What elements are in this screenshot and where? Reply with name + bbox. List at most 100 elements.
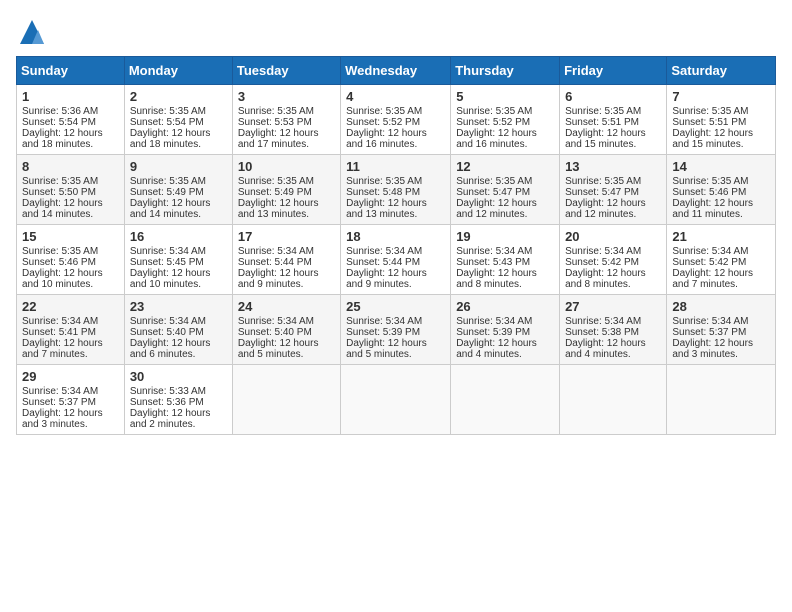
calendar-cell: 24Sunrise: 5:34 AMSunset: 5:40 PMDayligh… [232,295,340,365]
daylight-text: Daylight: 12 hours and 14 minutes. [130,198,227,220]
sunrise-text: Sunrise: 5:35 AM [238,106,335,117]
sunrise-text: Sunrise: 5:35 AM [22,246,119,257]
calendar-cell [232,365,340,435]
sunset-text: Sunset: 5:54 PM [22,117,119,128]
sunset-text: Sunset: 5:40 PM [238,327,335,338]
calendar-table: SundayMondayTuesdayWednesdayThursdayFrid… [16,56,776,435]
sunset-text: Sunset: 5:53 PM [238,117,335,128]
calendar-cell: 19Sunrise: 5:34 AMSunset: 5:43 PMDayligh… [451,225,560,295]
calendar-cell: 15Sunrise: 5:35 AMSunset: 5:46 PMDayligh… [17,225,125,295]
daylight-text: Daylight: 12 hours and 10 minutes. [22,268,119,290]
sunset-text: Sunset: 5:51 PM [672,117,770,128]
daylight-text: Daylight: 12 hours and 18 minutes. [22,128,119,150]
daylight-text: Daylight: 12 hours and 8 minutes. [456,268,554,290]
daylight-text: Daylight: 12 hours and 5 minutes. [238,338,335,360]
sunset-text: Sunset: 5:39 PM [346,327,445,338]
calendar-cell [451,365,560,435]
day-number: 10 [238,159,335,174]
calendar-cell: 17Sunrise: 5:34 AMSunset: 5:44 PMDayligh… [232,225,340,295]
calendar-cell [341,365,451,435]
day-number: 1 [22,89,119,104]
daylight-text: Daylight: 12 hours and 17 minutes. [238,128,335,150]
sunset-text: Sunset: 5:40 PM [130,327,227,338]
daylight-text: Daylight: 12 hours and 15 minutes. [565,128,661,150]
sunset-text: Sunset: 5:52 PM [456,117,554,128]
day-number: 20 [565,229,661,244]
daylight-text: Daylight: 12 hours and 15 minutes. [672,128,770,150]
calendar-cell: 28Sunrise: 5:34 AMSunset: 5:37 PMDayligh… [667,295,776,365]
sunset-text: Sunset: 5:43 PM [456,257,554,268]
sunrise-text: Sunrise: 5:35 AM [346,176,445,187]
daylight-text: Daylight: 12 hours and 18 minutes. [130,128,227,150]
weekday-header-friday: Friday [560,57,667,85]
daylight-text: Daylight: 12 hours and 9 minutes. [238,268,335,290]
calendar-cell: 30Sunrise: 5:33 AMSunset: 5:36 PMDayligh… [124,365,232,435]
sunset-text: Sunset: 5:41 PM [22,327,119,338]
sunrise-text: Sunrise: 5:33 AM [130,386,227,397]
daylight-text: Daylight: 12 hours and 3 minutes. [672,338,770,360]
day-number: 19 [456,229,554,244]
calendar-cell [560,365,667,435]
weekday-header-saturday: Saturday [667,57,776,85]
sunrise-text: Sunrise: 5:34 AM [565,316,661,327]
day-number: 11 [346,159,445,174]
calendar-cell: 22Sunrise: 5:34 AMSunset: 5:41 PMDayligh… [17,295,125,365]
daylight-text: Daylight: 12 hours and 4 minutes. [456,338,554,360]
sunset-text: Sunset: 5:45 PM [130,257,227,268]
day-number: 18 [346,229,445,244]
daylight-text: Daylight: 12 hours and 13 minutes. [346,198,445,220]
sunrise-text: Sunrise: 5:34 AM [346,246,445,257]
calendar-cell: 8Sunrise: 5:35 AMSunset: 5:50 PMDaylight… [17,155,125,225]
calendar-cell: 4Sunrise: 5:35 AMSunset: 5:52 PMDaylight… [341,85,451,155]
sunrise-text: Sunrise: 5:34 AM [456,316,554,327]
weekday-header-wednesday: Wednesday [341,57,451,85]
day-number: 23 [130,299,227,314]
day-number: 17 [238,229,335,244]
daylight-text: Daylight: 12 hours and 14 minutes. [22,198,119,220]
calendar-cell: 12Sunrise: 5:35 AMSunset: 5:47 PMDayligh… [451,155,560,225]
day-number: 16 [130,229,227,244]
sunrise-text: Sunrise: 5:34 AM [130,246,227,257]
sunrise-text: Sunrise: 5:35 AM [565,176,661,187]
day-number: 2 [130,89,227,104]
day-number: 25 [346,299,445,314]
sunset-text: Sunset: 5:47 PM [565,187,661,198]
sunrise-text: Sunrise: 5:34 AM [130,316,227,327]
daylight-text: Daylight: 12 hours and 10 minutes. [130,268,227,290]
calendar-cell: 9Sunrise: 5:35 AMSunset: 5:49 PMDaylight… [124,155,232,225]
day-number: 22 [22,299,119,314]
calendar-week-row: 29Sunrise: 5:34 AMSunset: 5:37 PMDayligh… [17,365,776,435]
daylight-text: Daylight: 12 hours and 2 minutes. [130,408,227,430]
daylight-text: Daylight: 12 hours and 12 minutes. [565,198,661,220]
calendar-week-row: 8Sunrise: 5:35 AMSunset: 5:50 PMDaylight… [17,155,776,225]
calendar-cell: 11Sunrise: 5:35 AMSunset: 5:48 PMDayligh… [341,155,451,225]
sunset-text: Sunset: 5:52 PM [346,117,445,128]
sunrise-text: Sunrise: 5:35 AM [672,176,770,187]
calendar-cell: 25Sunrise: 5:34 AMSunset: 5:39 PMDayligh… [341,295,451,365]
weekday-header-monday: Monday [124,57,232,85]
day-number: 3 [238,89,335,104]
calendar-cell: 6Sunrise: 5:35 AMSunset: 5:51 PMDaylight… [560,85,667,155]
sunset-text: Sunset: 5:38 PM [565,327,661,338]
sunset-text: Sunset: 5:37 PM [22,397,119,408]
day-number: 15 [22,229,119,244]
logo-icon [16,16,48,48]
sunrise-text: Sunrise: 5:35 AM [672,106,770,117]
calendar-cell: 23Sunrise: 5:34 AMSunset: 5:40 PMDayligh… [124,295,232,365]
sunrise-text: Sunrise: 5:35 AM [22,176,119,187]
day-number: 4 [346,89,445,104]
day-number: 7 [672,89,770,104]
calendar-cell: 3 Sunrise: 5:35 AMSunset: 5:53 PMDaylight… [232,85,340,155]
day-number: 26 [456,299,554,314]
day-number: 27 [565,299,661,314]
day-number: 28 [672,299,770,314]
daylight-text: Daylight: 12 hours and 3 minutes. [22,408,119,430]
sunrise-text: Sunrise: 5:36 AM [22,106,119,117]
weekday-header-thursday: Thursday [451,57,560,85]
day-number: 8 [22,159,119,174]
calendar-cell: 16 Sunrise: 5:34 AMSunset: 5:45 PMDayligh… [124,225,232,295]
logo [16,16,50,48]
calendar-week-row: 1Sunrise: 5:36 AMSunset: 5:54 PMDaylight… [17,85,776,155]
daylight-text: Daylight: 12 hours and 11 minutes. [672,198,770,220]
daylight-text: Daylight: 12 hours and 8 minutes. [565,268,661,290]
